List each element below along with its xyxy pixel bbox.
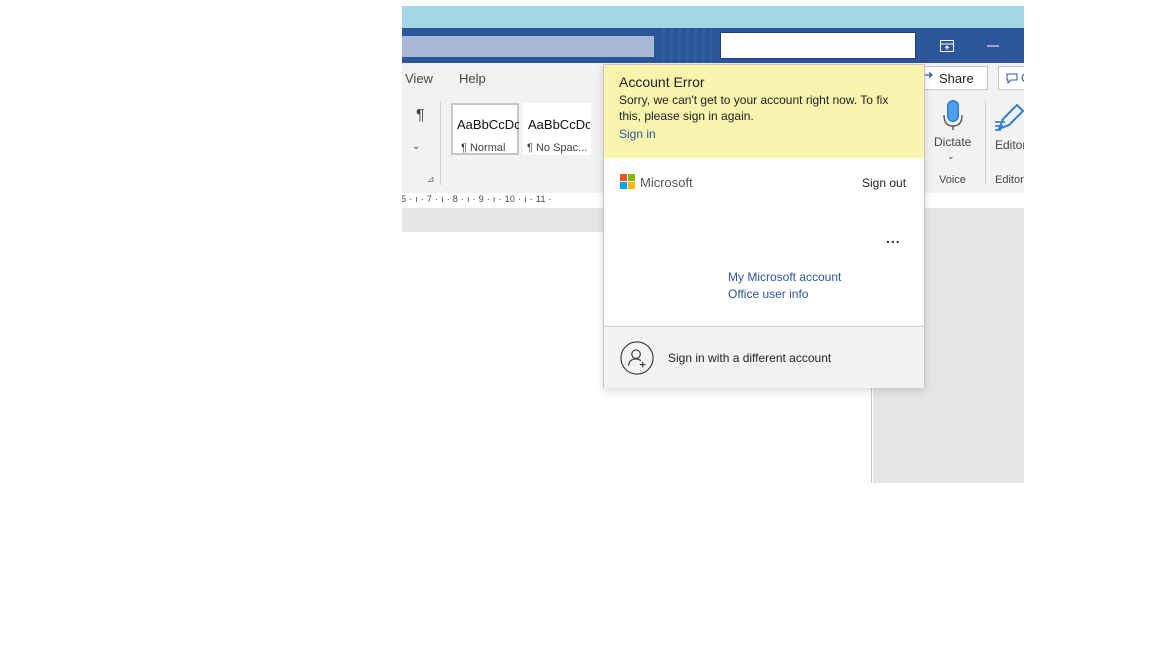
microsoft-logo-icon	[620, 174, 635, 189]
chevron-down-icon[interactable]: ⌄	[412, 141, 420, 152]
more-options-button[interactable]: ...	[886, 230, 901, 246]
voice-group-label: Voice	[939, 174, 966, 186]
title-bar-pattern	[662, 28, 712, 63]
add-person-icon	[620, 341, 654, 375]
style-name: ¶ No Spac...	[527, 142, 588, 154]
style-sample: AaBbCcDc	[457, 117, 519, 132]
account-error-banner: Account Error Sorry, we can't get to you…	[604, 65, 924, 158]
minimize-icon	[987, 45, 999, 46]
ribbon-display-options-button[interactable]	[924, 28, 970, 63]
editor-group-label: Editor	[995, 174, 1024, 186]
tab-help[interactable]: Help	[459, 71, 486, 86]
editor-label: Editor	[995, 138, 1024, 152]
style-no-spacing[interactable]: AaBbCcDc ¶ No Spac...	[523, 103, 591, 155]
minimize-button[interactable]	[970, 28, 1016, 63]
account-error-message: Sorry, we can't get to your account righ…	[619, 93, 889, 123]
ribbon-display-icon	[940, 39, 954, 52]
share-button[interactable]: Share	[920, 66, 988, 90]
style-name: ¶ Normal	[461, 142, 506, 154]
account-flyout: Account Error Sorry, we can't get to you…	[603, 64, 925, 388]
sign-in-different-account-label: Sign in with a different account	[668, 351, 832, 365]
comments-button[interactable]: C	[998, 66, 1024, 90]
editor-pen-icon	[995, 103, 1024, 131]
editor-button[interactable]: Editor	[993, 99, 1024, 159]
microsoft-brand: Microsoft	[640, 175, 693, 190]
office-user-info-link[interactable]: Office user info	[728, 287, 808, 301]
sign-out-link[interactable]: Sign out	[862, 176, 906, 190]
dictate-label: Dictate	[934, 135, 972, 149]
search-input[interactable]	[720, 32, 916, 59]
style-normal[interactable]: AaBbCcDc ¶ Normal	[451, 103, 519, 155]
sign-in-link[interactable]: Sign in	[619, 127, 656, 141]
group-separator	[440, 101, 441, 185]
ruler-marks: 5 · ı · 7 · ı · 8 · ı · 9 · ı · 10 · ı ·…	[402, 194, 552, 204]
show-formatting-button[interactable]: ¶	[416, 107, 425, 125]
title-strip	[402, 6, 1024, 28]
my-microsoft-account-link[interactable]: My Microsoft account	[728, 270, 841, 284]
style-sample: AaBbCcDc	[528, 117, 590, 132]
paragraph-dialog-launcher-icon[interactable]: ⊿	[427, 174, 435, 185]
comments-label: C	[1021, 71, 1024, 85]
comment-icon	[1006, 73, 1018, 84]
microphone-icon	[943, 100, 963, 130]
tab-view[interactable]: View	[405, 71, 433, 86]
account-error-title: Account Error	[619, 74, 705, 90]
sign-in-different-account-button[interactable]: Sign in with a different account	[604, 326, 924, 388]
chevron-down-icon[interactable]: ⌄	[947, 151, 955, 162]
document-title-field[interactable]	[402, 36, 654, 57]
share-label: Share	[939, 70, 974, 86]
group-separator	[985, 101, 986, 185]
